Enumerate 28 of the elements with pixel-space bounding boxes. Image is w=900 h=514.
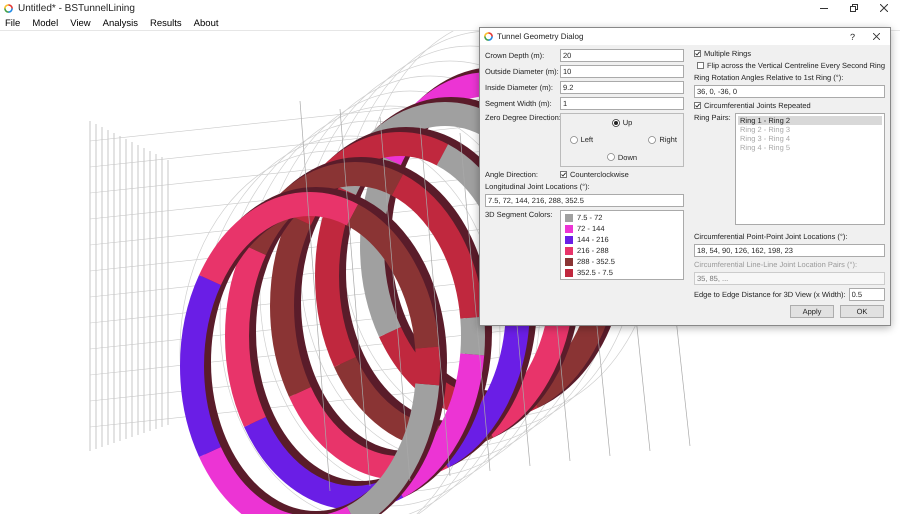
color-swatch[interactable] (565, 268, 573, 276)
color-swatch[interactable] (565, 224, 573, 232)
restore-icon[interactable] (850, 4, 858, 12)
radio-button[interactable] (648, 136, 656, 144)
color-swatch[interactable] (565, 214, 573, 222)
menu-item[interactable]: Model (32, 18, 58, 28)
color-swatch[interactable] (565, 258, 573, 266)
color-swatch[interactable] (565, 246, 573, 254)
radio-button[interactable] (570, 136, 578, 144)
menu-item[interactable]: About (194, 18, 218, 28)
close-icon[interactable] (873, 33, 880, 40)
radio-button[interactable] (612, 118, 620, 127)
ring-logo-icon (484, 32, 493, 41)
color-swatch[interactable] (565, 236, 573, 244)
checkbox[interactable] (694, 102, 701, 109)
checkbox[interactable] (697, 62, 704, 69)
help-button[interactable]: ? (850, 32, 855, 42)
checkbox[interactable] (694, 50, 701, 57)
dialog-title: Tunnel Geometry Dialog (497, 32, 584, 41)
window-title: Untitled* - BSTunnelLining (18, 2, 136, 14)
menu-item[interactable]: File (5, 18, 20, 28)
menu-item[interactable]: Analysis (102, 18, 138, 28)
menu-item[interactable]: View (70, 18, 91, 28)
menu-item[interactable]: Results (150, 18, 182, 28)
ring-logo-icon (4, 4, 13, 12)
radio-button[interactable] (606, 153, 615, 162)
close-icon[interactable] (880, 4, 888, 12)
checkbox[interactable] (560, 171, 567, 178)
